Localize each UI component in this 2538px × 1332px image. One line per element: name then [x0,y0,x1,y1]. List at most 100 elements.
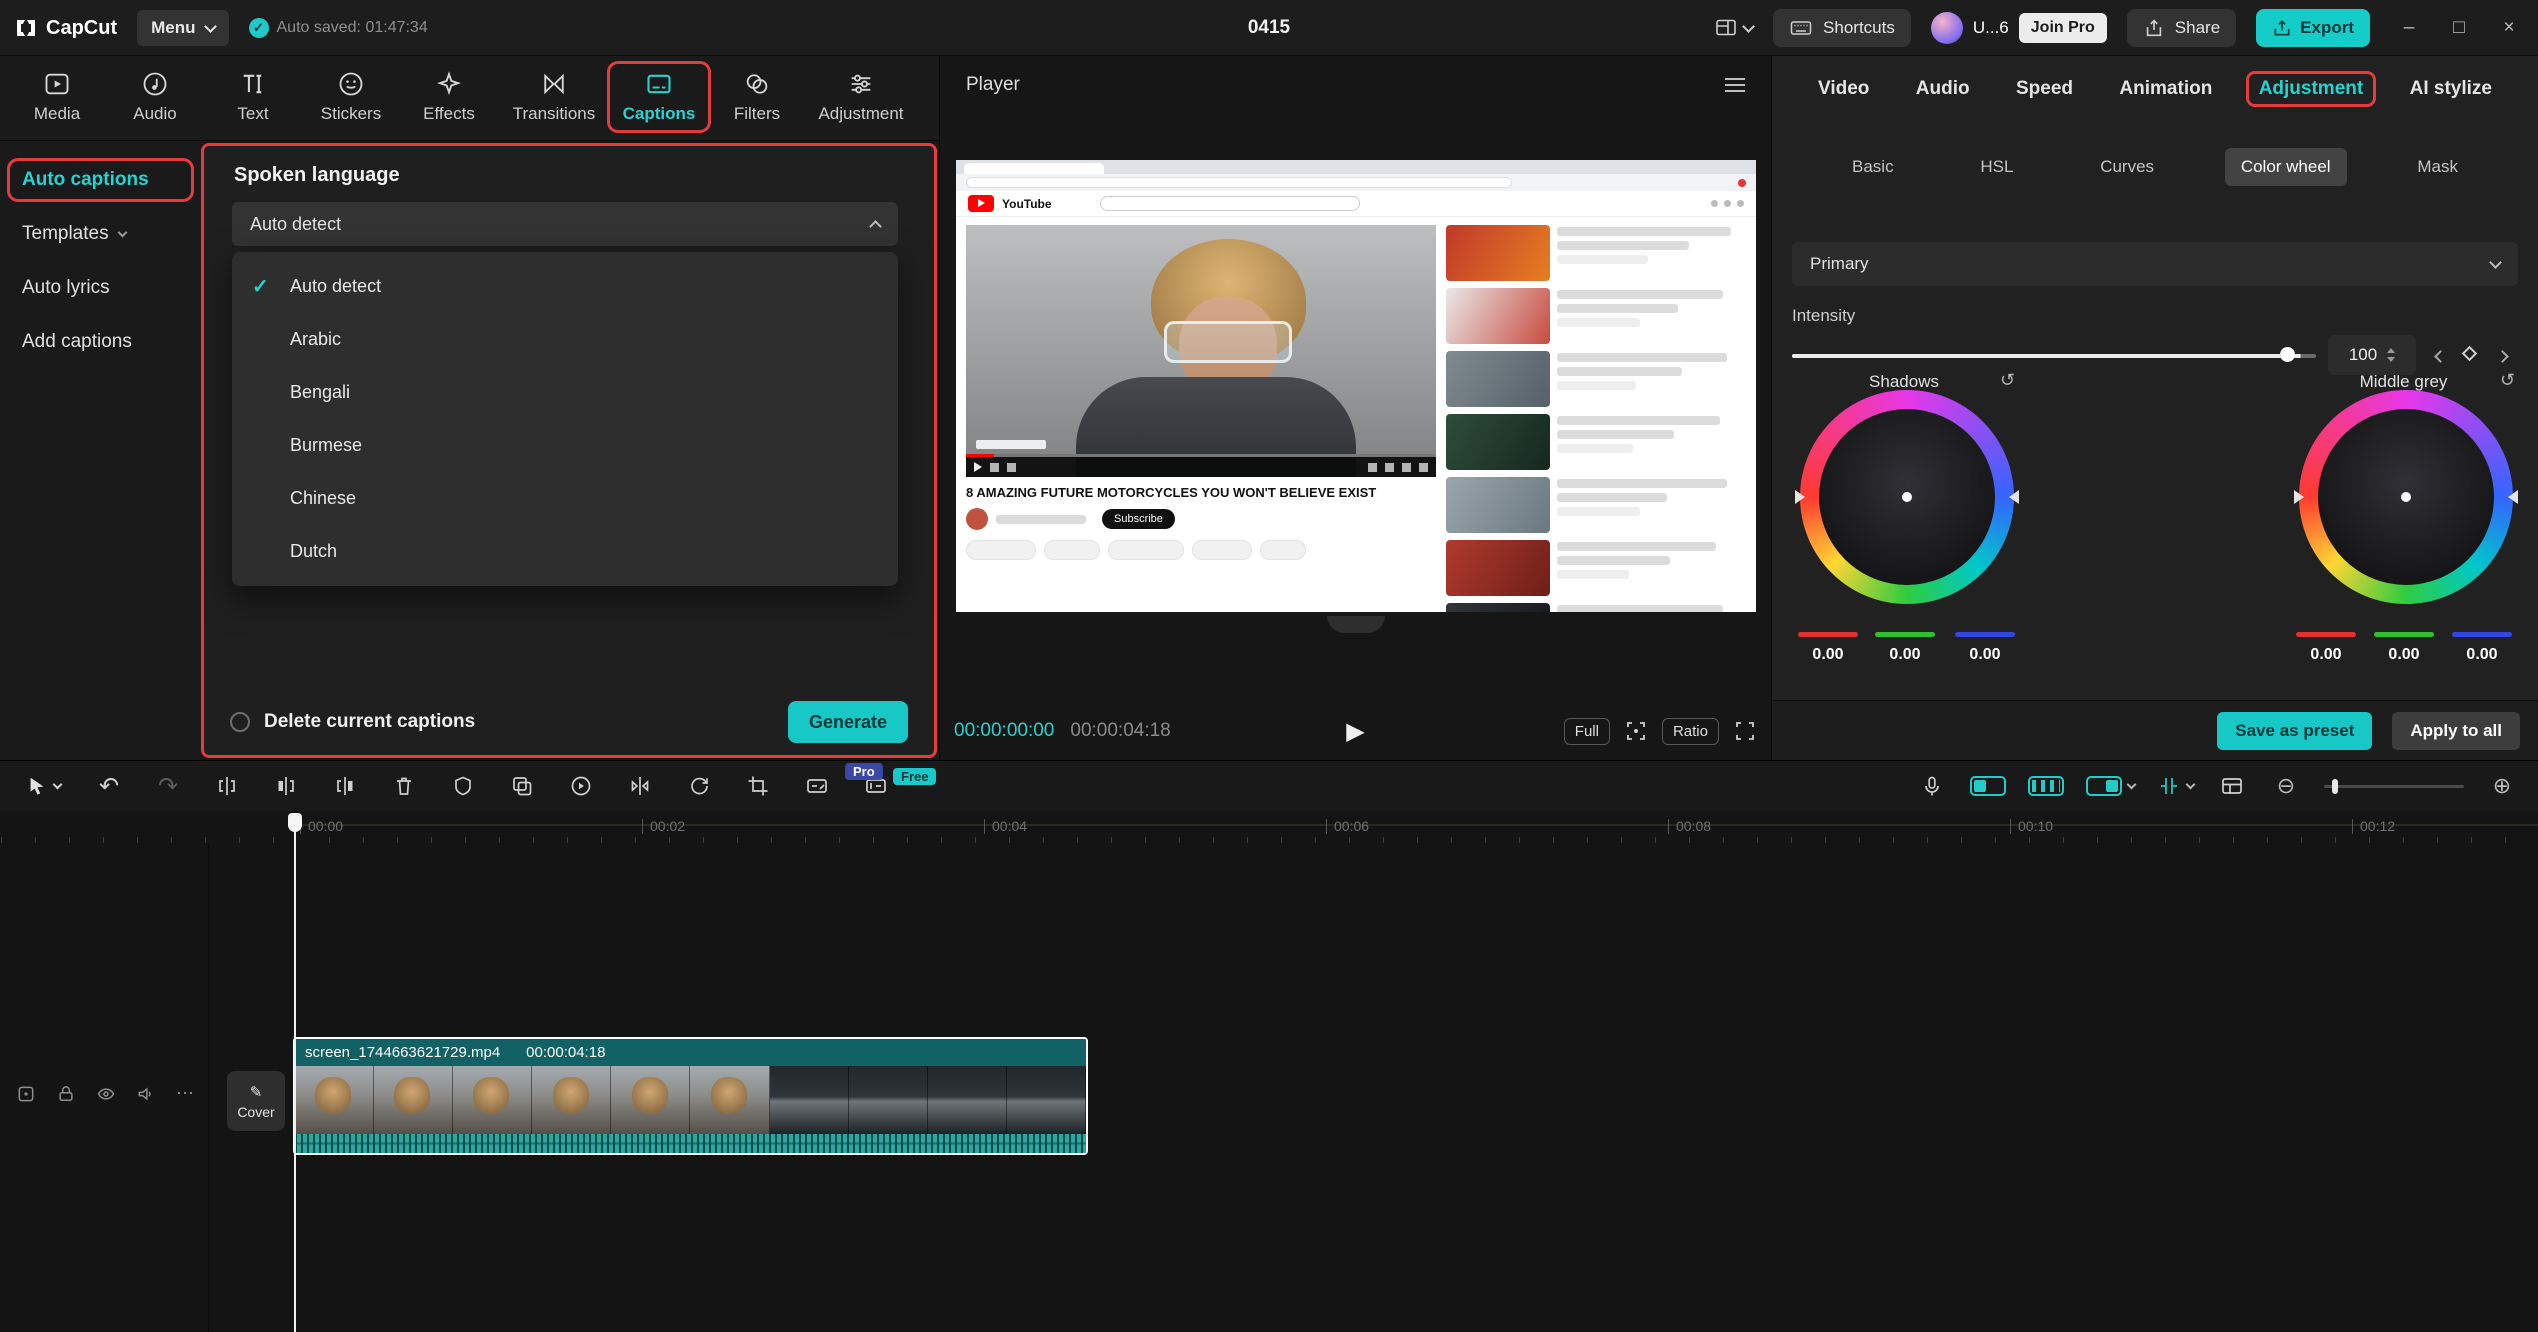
video-clip[interactable]: screen_1744663621729.mp4 00:00:04:18 [293,1037,1088,1155]
wheel-center-dot[interactable] [1902,492,1912,502]
sidebar-item-auto-captions[interactable]: Auto captions [10,161,191,199]
apply-to-all-button[interactable]: Apply to all [2392,712,2520,750]
save-as-preset-button[interactable]: Save as preset [2217,712,2372,750]
tab-effects[interactable]: Effects [400,64,498,130]
shadows-reset-icon[interactable]: ↺ [2000,370,2015,391]
main-track-magnet-toggle[interactable] [1970,776,2006,796]
tab-captions[interactable]: Captions [610,64,708,130]
wheel-right-arrow[interactable] [2508,490,2518,504]
auto-cut-button[interactable] [2157,774,2194,798]
crop-button[interactable] [742,770,774,802]
mute-icon[interactable] [136,1084,156,1104]
zoom-out-button[interactable]: ⊖ [2270,770,2302,802]
tab-text[interactable]: Text [204,64,302,130]
stepper-icons[interactable] [2387,348,2395,362]
more-icon[interactable]: ⋯ [176,1083,196,1104]
sidebar-item-templates[interactable]: Templates [10,215,191,253]
tab-audio[interactable]: Audio [106,64,204,130]
subtab-mask[interactable]: Mask [2401,148,2474,186]
window-minimize-button[interactable]: – [2396,17,2422,39]
split-button[interactable] [211,770,243,802]
overlay-button[interactable] [506,770,538,802]
language-option-burmese[interactable]: Burmese [232,419,898,472]
language-option-auto-detect[interactable]: ✓ Auto detect [232,260,898,313]
eye-icon[interactable] [96,1084,116,1104]
generate-button[interactable]: Generate [788,701,908,743]
intensity-slider-handle[interactable] [2280,347,2295,362]
wheel-right-arrow[interactable] [2009,490,2019,504]
timeline-zoom-slider[interactable] [2324,785,2464,788]
ratio-button[interactable]: Ratio [1662,718,1719,745]
subtab-basic[interactable]: Basic [1836,148,1910,186]
window-close-button[interactable]: × [2496,17,2522,39]
linked-track-toggle[interactable] [2028,776,2064,796]
language-option-dutch[interactable]: Dutch [232,525,898,578]
delete-button[interactable] [388,770,420,802]
language-option-bengali[interactable]: Bengali [232,366,898,419]
delete-captions-checkbox[interactable] [230,712,250,732]
keyframe-diamond-icon[interactable] [2464,346,2475,364]
tab-ai-stylize[interactable]: AI stylize [2410,78,2492,100]
timeline-ruler[interactable]: 00:00 00:02 00:04 00:06 00:08 00:10 00:1… [0,813,2538,843]
full-button[interactable]: Full [1564,718,1610,745]
wheel-left-arrow[interactable] [2294,490,2304,504]
layout-switcher-button[interactable] [1714,16,1753,40]
keyframe-next-icon[interactable] [2498,348,2507,366]
menu-button[interactable]: Menu [137,10,228,46]
tab-speed[interactable]: Speed [2016,78,2073,100]
select-tool-button[interactable] [20,770,66,802]
shadows-color-wheel[interactable] [1800,390,2014,604]
export-button[interactable]: Export [2256,9,2370,47]
playhead-handle[interactable] [288,813,302,832]
tab-filters[interactable]: Filters [708,64,806,130]
subtab-curves[interactable]: Curves [2084,148,2170,186]
wheel-center-dot[interactable] [2401,492,2411,502]
preview-axis-toggle[interactable] [2086,776,2135,796]
language-dropdown[interactable]: Auto detect [232,202,898,246]
mirror-button[interactable] [624,770,656,802]
play-button[interactable]: ▶ [1346,717,1364,746]
subtab-hsl[interactable]: HSL [1964,148,2029,186]
tab-adjustment[interactable]: Adjustment [806,64,916,130]
rotate-button[interactable] [683,770,715,802]
track-thumbnail-toggle-icon[interactable] [16,1084,36,1104]
focus-frame-icon[interactable] [1624,719,1648,743]
tab-stickers[interactable]: Stickers [302,64,400,130]
primary-dropdown[interactable]: Primary [1792,242,2518,286]
timeline-zoom-handle[interactable] [2332,779,2338,794]
tab-animation[interactable]: Animation [2119,78,2212,100]
window-maximize-button[interactable]: □ [2446,17,2472,39]
shortcuts-button[interactable]: Shortcuts [1773,9,1911,47]
trim-right-button[interactable] [329,770,361,802]
share-button[interactable]: Share [2127,9,2236,47]
player-drawer-handle[interactable] [1327,616,1385,633]
voiceover-mic-button[interactable] [1916,770,1948,802]
caption-split-button[interactable] [801,770,833,802]
player-menu-icon[interactable] [1725,84,1745,86]
sidebar-item-add-captions[interactable]: Add captions [10,323,191,361]
language-option-chinese[interactable]: Chinese [232,472,898,525]
tab-media[interactable]: Media [8,64,106,130]
playhead-line[interactable] [294,813,296,1332]
user-avatar[interactable] [1931,12,1963,44]
sidebar-item-auto-lyrics[interactable]: Auto lyrics [10,269,191,307]
tab-audio-props[interactable]: Audio [1916,78,1970,100]
middle-grey-reset-icon[interactable]: ↺ [2500,370,2515,391]
tab-video[interactable]: Video [1818,78,1869,100]
tab-adjustment-props[interactable]: Adjustment [2249,74,2374,104]
mask-button[interactable] [447,770,479,802]
subtab-color-wheel[interactable]: Color wheel [2225,148,2347,186]
lock-icon[interactable] [56,1084,76,1104]
track-manager-button[interactable] [2216,770,2248,802]
language-option-arabic[interactable]: Arabic [232,313,898,366]
fullscreen-icon[interactable] [1733,719,1757,743]
join-pro-button[interactable]: Join Pro [2019,13,2107,43]
record-button[interactable] [565,770,597,802]
cover-button[interactable]: ✎ Cover [227,1071,285,1131]
wheel-left-arrow[interactable] [1795,490,1805,504]
middle-grey-color-wheel[interactable] [2299,390,2513,604]
tab-transitions[interactable]: Transitions [498,64,610,130]
intensity-value-box[interactable]: 100 [2328,335,2416,375]
trim-left-button[interactable] [270,770,302,802]
zoom-in-button[interactable]: ⊕ [2486,770,2518,802]
